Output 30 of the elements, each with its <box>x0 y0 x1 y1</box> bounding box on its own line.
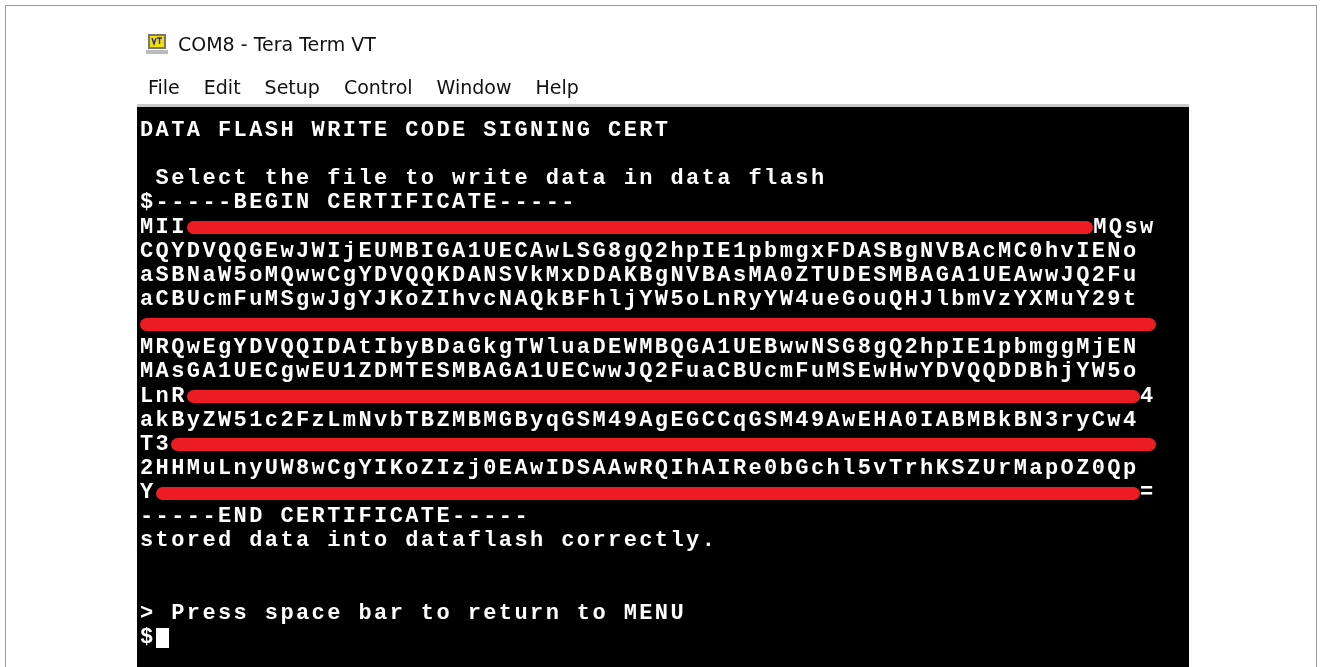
menu-item[interactable]: Control <box>332 76 426 98</box>
terminal-text: = <box>1140 481 1156 506</box>
text-cursor <box>155 628 169 648</box>
terminal-text: T3 <box>140 432 172 457</box>
terminal-line: > Press space bar to return to MENU <box>140 601 687 626</box>
terminal-line: $-----BEGIN CERTIFICATE----- <box>140 191 577 216</box>
window-title: COM8 - Tera Term VT <box>178 33 376 55</box>
terminal-text: Y <box>140 481 156 506</box>
terminal-line: MAsGA1UECgwEU1ZDMTESMBAGA1UECwwJQ2FuaCBUcmFuMSEwHwYDVQQDDBhjYW5o <box>140 360 1139 385</box>
menu-item[interactable]: Edit <box>192 76 254 98</box>
terminal-line: DATA FLASH WRITE CODE SIGNING CERT <box>140 119 671 144</box>
prompt-text: $ <box>140 626 156 650</box>
terminal-text: LnR <box>140 384 187 409</box>
terminal-line: Select the file to write data in data flash <box>154 167 827 192</box>
terminal-line: akByZW51c2FzLmNvbTBZMBMGByqGSM49AgEGCCqGSM49AwEHA0IABMBkBN3ryCw4 <box>140 408 1139 433</box>
menu-item[interactable]: Help <box>524 76 592 98</box>
terminal-line: stored data into dataflash correctly. <box>140 529 718 554</box>
terminal-text: MQsw <box>1093 215 1156 240</box>
terminal-line: aSBNaW5oMQwwCgYDVQQKDANSVkMxDDAKBgNVBAsMA0ZTUDESMBAGA1UEAwwJQ2Fu <box>140 263 1139 288</box>
terminal-line: aCBUcmFuMSgwJgYJKoZIhvcNAQkBFhljYW5oLnRyYW4ueGouQHJlbmVzYXMuY29t <box>140 288 1139 313</box>
menu-item[interactable]: File <box>137 76 193 98</box>
terminal-line: 2HHMuLnyUW8wCgYIKoZIzj0EAwIDSAAwRQIhAIRe0bGchl5vTrhKSZUrMapOZ0Qp <box>140 457 1139 482</box>
terminal-line: -----END CERTIFICATE----- <box>140 505 531 530</box>
terminal-text: MII <box>140 215 187 240</box>
terminal-line: CQYDVQQGEwJWIjEUMBIGA1UECAwLSG8gQ2hpIE1pbmgxFDASBgNVBAcMC0hvIENo <box>140 239 1139 264</box>
terminal-text: 4 <box>1140 384 1156 409</box>
terminal-line: MRQwEgYDVQQIDAtIbyBDaGkgTWluaDEWMBQGA1UEBwwNSG8gQ2hpIE1pbmggMjEN <box>140 336 1139 361</box>
terminal-app-icon <box>146 33 168 55</box>
menu-item[interactable]: Window <box>425 76 525 98</box>
menu-item[interactable]: Setup <box>253 76 333 98</box>
